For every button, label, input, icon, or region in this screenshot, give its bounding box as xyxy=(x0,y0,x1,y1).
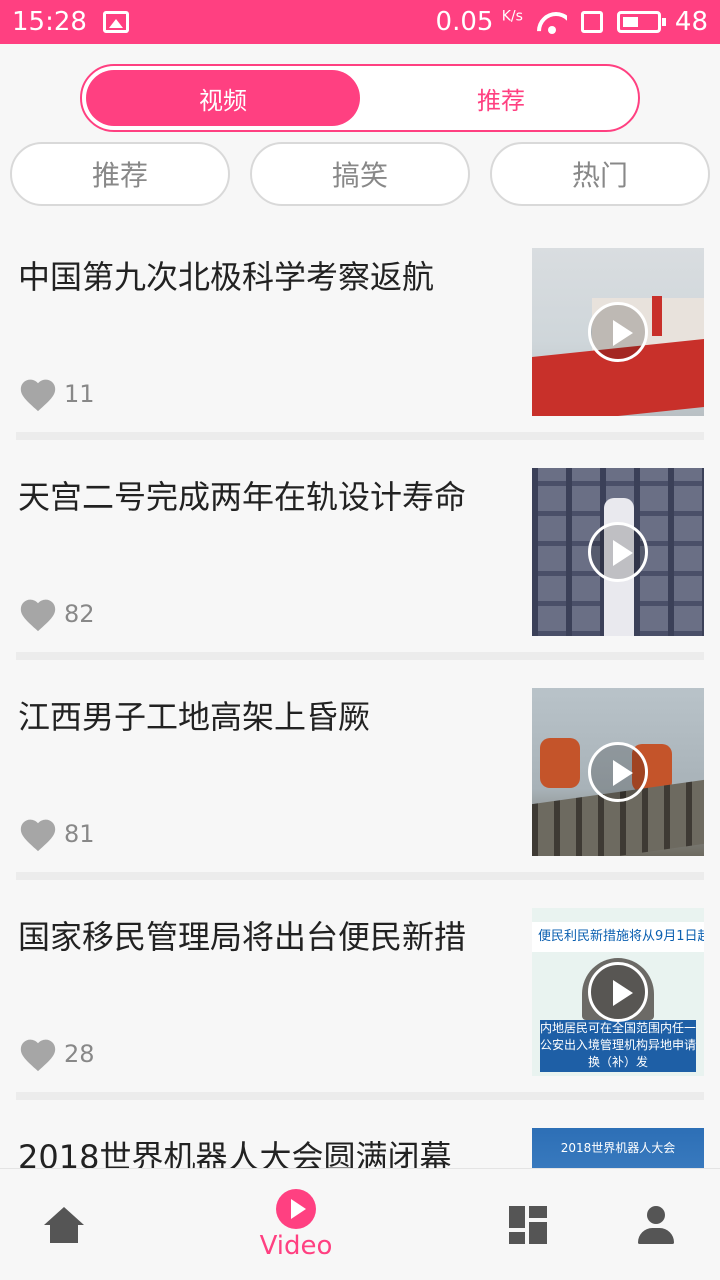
nav-profile[interactable] xyxy=(638,1169,674,1280)
video-thumbnail[interactable] xyxy=(532,688,704,856)
nav-video[interactable]: Video xyxy=(256,1169,336,1280)
chip-hot[interactable]: 热门 xyxy=(490,142,710,206)
video-news-list: 中国第九次北极科学考察返航 11 天宫二号完成两年在轨设计寿命 82 江西男子工… xyxy=(0,220,720,1168)
play-icon[interactable] xyxy=(588,302,648,362)
news-title: 江西男子工地高架上昏厥 xyxy=(18,698,371,736)
nav-video-label: Video xyxy=(259,1231,333,1261)
divider xyxy=(16,1092,704,1100)
like-count[interactable]: 11 xyxy=(18,376,95,412)
play-icon[interactable] xyxy=(588,742,648,802)
news-title: 2018世界机器人大会圆满闭幕 xyxy=(18,1138,452,1168)
video-recommend-segment: 视频 推荐 xyxy=(80,64,640,132)
tab-recommend[interactable]: 推荐 xyxy=(364,66,638,130)
play-icon[interactable] xyxy=(588,522,648,582)
network-speed: 0.05 K/s xyxy=(435,7,523,37)
video-thumbnail[interactable]: 2018世界机器人大会 xyxy=(532,1128,704,1168)
divider xyxy=(16,872,704,880)
user-icon[interactable] xyxy=(638,1206,674,1244)
sim-icon xyxy=(580,11,603,33)
battery-icon xyxy=(616,11,666,33)
list-item[interactable]: 国家移民管理局将出台便民新措 28 便民利民新措施将从9月1日起 内地居民可在全… xyxy=(0,880,720,1100)
nav-home[interactable] xyxy=(44,1169,84,1280)
news-title: 天宫二号完成两年在轨设计寿命 xyxy=(18,478,467,516)
heart-icon xyxy=(20,819,56,852)
divider xyxy=(16,652,704,660)
chip-recommend[interactable]: 推荐 xyxy=(10,142,230,206)
divider xyxy=(16,432,704,440)
image-notification-icon xyxy=(102,11,129,33)
status-time: 15:28 xyxy=(12,7,87,37)
like-count[interactable]: 81 xyxy=(18,816,95,852)
nav-dashboard[interactable] xyxy=(508,1169,548,1280)
home-icon[interactable] xyxy=(44,1207,84,1243)
news-title: 国家移民管理局将出台便民新措 xyxy=(18,918,467,956)
like-count[interactable]: 82 xyxy=(18,596,95,632)
wifi-icon xyxy=(537,10,567,34)
play-icon[interactable] xyxy=(588,962,648,1022)
dashboard-grid-icon[interactable] xyxy=(509,1206,547,1244)
battery-level: 48 xyxy=(674,7,708,37)
heart-icon xyxy=(20,379,56,412)
category-chips: 推荐 搞笑 热门 xyxy=(10,142,710,206)
heart-icon xyxy=(20,1039,56,1072)
like-count[interactable]: 28 xyxy=(18,1036,95,1072)
chip-funny[interactable]: 搞笑 xyxy=(250,142,470,206)
list-item[interactable]: 江西男子工地高架上昏厥 81 xyxy=(0,660,720,880)
video-play-icon[interactable] xyxy=(276,1189,316,1229)
list-item[interactable]: 中国第九次北极科学考察返航 11 xyxy=(0,220,720,440)
video-thumbnail[interactable] xyxy=(532,248,704,416)
video-thumbnail[interactable]: 便民利民新措施将从9月1日起 内地居民可在全国范围内任一公安出入境管理机构异地申… xyxy=(532,908,704,1076)
heart-icon xyxy=(20,599,56,632)
video-thumbnail[interactable] xyxy=(532,468,704,636)
tab-video[interactable]: 视频 xyxy=(86,70,360,126)
news-title: 中国第九次北极科学考察返航 xyxy=(18,258,435,296)
bottom-nav: Video xyxy=(0,1168,720,1280)
list-item[interactable]: 天宫二号完成两年在轨设计寿命 82 xyxy=(0,440,720,660)
status-bar: 15:28 0.05 K/s 48 xyxy=(0,0,720,44)
list-item[interactable]: 2018世界机器人大会圆满闭幕 2018世界机器人大会 xyxy=(0,1100,720,1168)
